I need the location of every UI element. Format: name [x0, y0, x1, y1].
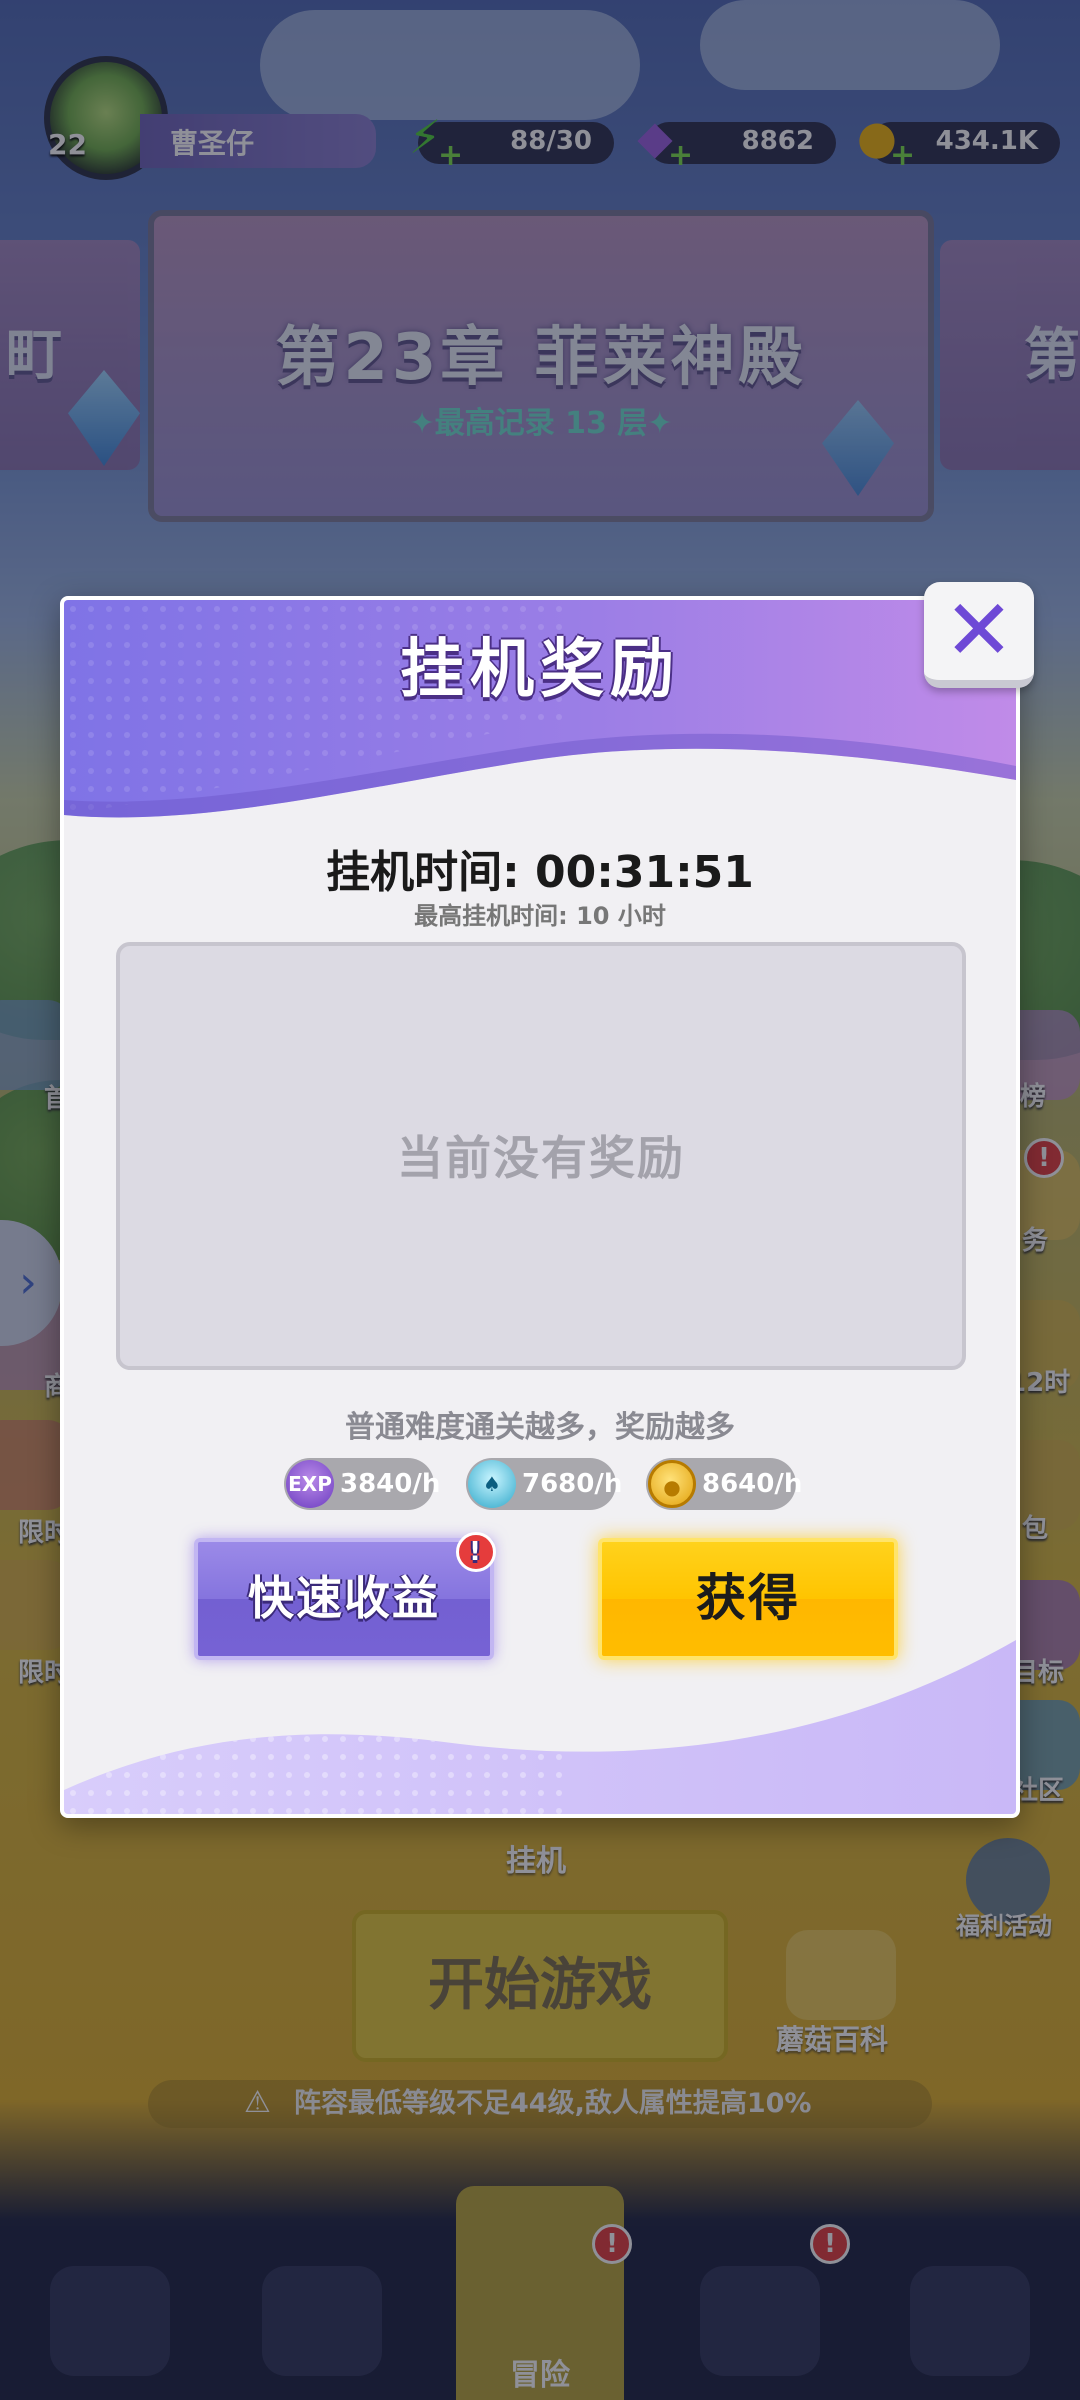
exp-icon: EXP: [286, 1460, 334, 1508]
close-button[interactable]: ✕: [924, 582, 1034, 688]
footer-wave: [64, 1640, 1016, 1814]
mushroom-rate-value: 7680/h: [522, 1469, 623, 1499]
notification-badge: !: [456, 1532, 496, 1572]
coin-rate-value: 8640/h: [702, 1469, 803, 1499]
coin-icon: ●: [648, 1460, 696, 1508]
reward-hint: 普通难度通关越多，奖励越多: [345, 1410, 735, 1445]
dialog-title: 挂机奖励: [400, 633, 680, 707]
idle-time: 挂机时间: 00:31:51: [326, 847, 754, 898]
mushroom-rate: ♠ 7680/h: [466, 1458, 622, 1510]
idle-reward-dialog: 挂机奖励 挂机时间: 00:31:51 最高挂机时间: 10 小时 当前没有奖励…: [60, 596, 1020, 1818]
exp-rate: EXP 3840/h: [284, 1458, 440, 1510]
exp-rate-value: 3840/h: [340, 1469, 441, 1499]
coin-rate: ● 8640/h: [646, 1458, 802, 1510]
close-icon: ✕: [943, 581, 1015, 679]
reward-list: 当前没有奖励: [116, 942, 966, 1370]
max-idle-time: 最高挂机时间: 10 小时: [414, 902, 666, 930]
mushroom-icon: ♠: [468, 1460, 516, 1508]
quick-earnings-label: 快速收益: [248, 1571, 440, 1625]
empty-reward-text: 当前没有奖励: [397, 1131, 685, 1185]
